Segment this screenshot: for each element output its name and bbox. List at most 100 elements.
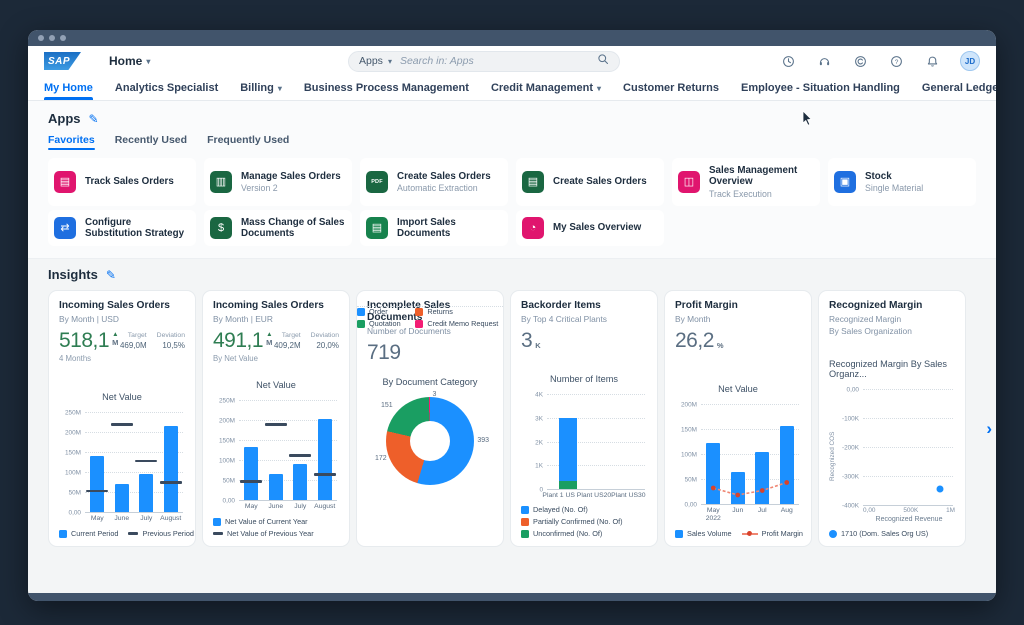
chart-legend: 1710 (Dom. Sales Org US): [829, 529, 955, 538]
x-tick-labels: 0,00 500K 1M: [863, 507, 955, 514]
avatar[interactable]: JD: [960, 51, 980, 71]
app-tile-manage-sales-orders[interactable]: ▥ Manage Sales Orders Version 2: [204, 158, 352, 206]
insight-card-incoming-sales-orders-2[interactable]: Incoming Sales Orders By Month | EUR 491,1…: [202, 290, 350, 548]
nav-tab-employee-situation-handling[interactable]: Employee - Situation Handling: [741, 76, 900, 100]
nav-tab-billing[interactable]: Billing ▾: [240, 76, 282, 100]
card-subtitle-2: By Sales Organization: [829, 325, 912, 336]
kpi-unit: %: [716, 340, 724, 350]
window-control-dot[interactable]: [49, 35, 55, 41]
x-axis-label: Plant 1 US Plant US20Plant US30: [542, 492, 646, 500]
gridline: 0,00: [685, 501, 799, 508]
kpi-value-number: 719: [367, 340, 401, 364]
legend-item-sales-volume: Sales Volume: [675, 529, 732, 538]
app-tile-sales-management-overview[interactable]: ◫ Sales Management Overview Track Executio…: [672, 158, 820, 206]
insight-card-profit-margin-5[interactable]: Profit Margin By Month 26,2% Net Value 200M 1…: [664, 290, 812, 548]
scatter-chart: Recognized Margin By Sales Organz... Reco…: [829, 353, 955, 523]
app-tile-mass-change-of-sales-documents[interactable]: $ Mass Change of Sales Documents: [204, 209, 352, 247]
nav-tab-analytics-specialist[interactable]: Analytics Specialist: [115, 76, 218, 100]
chart-bar: [268, 473, 283, 500]
insight-card-incomplete-sales-documents-3[interactable]: Incomplete Sales Documents Number of Docu…: [356, 290, 504, 548]
insights-next-button[interactable]: ›: [986, 419, 992, 439]
nav-tab-customer-returns[interactable]: Customer Returns: [623, 76, 719, 100]
app-tile-track-sales-orders[interactable]: ▤ Track Sales Orders: [48, 158, 196, 206]
slice-label-quotation: 151: [381, 401, 393, 409]
nav-tab-my-home[interactable]: My Home: [44, 76, 93, 100]
nav-tab-label: Employee - Situation Handling: [741, 82, 900, 94]
x-tick-label: July: [294, 502, 307, 510]
headset-icon[interactable]: [816, 53, 832, 69]
app-tile-title: Stock: [865, 170, 892, 182]
legend-label: 1710 (Dom. Sales Org US): [841, 529, 929, 539]
nav-tab-credit-management[interactable]: Credit Management ▾: [491, 76, 601, 100]
apps-section-title: Apps: [48, 111, 81, 126]
y-tick-label: 200M: [219, 417, 235, 425]
y-tick-label: -200K: [841, 444, 859, 452]
y-tick-label: 200M: [65, 429, 81, 437]
legend-swatch: [357, 307, 365, 316]
y-tick-label: 100M: [219, 457, 235, 465]
search-input[interactable]: Search in: Apps: [400, 55, 589, 67]
apps-tab-favorites[interactable]: Favorites: [48, 134, 95, 150]
donut-chart: By Document Category 393 172 151 3: [367, 367, 493, 485]
launchpad-content: Apps ✎ Favorites Recently Used Frequently …: [28, 101, 996, 592]
search-scope-select[interactable]: Apps ▾: [359, 55, 392, 67]
edit-insights-icon[interactable]: ✎: [106, 268, 116, 282]
search-bar[interactable]: Apps ▾ Search in: Apps: [348, 50, 620, 72]
window-control-dot[interactable]: [38, 35, 44, 41]
legend-swatch: [213, 517, 221, 526]
chart-legend: Delayed (No. Of) Partially Confirmed (No.…: [521, 505, 647, 538]
nav-tab-label: Billing: [240, 82, 274, 94]
window-control-dot[interactable]: [60, 35, 66, 41]
gridline: 0,00: [223, 497, 337, 504]
legend-swatch: [829, 529, 837, 538]
nav-tab-business-process-management[interactable]: Business Process Management: [304, 76, 469, 100]
app-tile-import-sales-documents[interactable]: ▤ Import Sales Documents: [360, 209, 508, 247]
kpi-label: Target: [127, 331, 147, 339]
chart-title: Net Value: [256, 379, 296, 390]
app-tile-icon: ▥: [210, 170, 232, 193]
y-tick-label: 0,00: [684, 501, 697, 509]
previous-period-marker: [264, 423, 287, 426]
bell-icon[interactable]: [924, 53, 940, 69]
search-icon[interactable]: [597, 52, 609, 70]
app-tile-create-sales-orders[interactable]: ▤ Create Sales Orders: [516, 158, 664, 206]
apps-tab-recently-used[interactable]: Recently Used: [115, 134, 187, 150]
nav-tab-label: My Home: [44, 82, 93, 94]
chart-title: Number of Items: [550, 374, 618, 385]
space-nav-bar: My Home Analytics Specialist Billing ▾ Busin…: [28, 76, 996, 101]
app-tile-stock[interactable]: ▣ Stock Single Material: [828, 158, 976, 206]
insight-card-recognized-margin-6[interactable]: Recognized Margin Recognized Margin By Sal…: [818, 290, 966, 548]
copilot-icon[interactable]: [852, 53, 868, 69]
sap-logo[interactable]: SAP: [44, 52, 81, 70]
stack-plot: 4K 3K 2K 1K 0: [535, 392, 645, 494]
home-menu-button[interactable]: Home ▾: [109, 54, 150, 68]
apps-tab-frequently-used[interactable]: Frequently Used: [207, 134, 289, 150]
app-tile-icon: PDF: [366, 170, 388, 193]
edit-apps-icon[interactable]: ✎: [89, 112, 99, 126]
app-tile-icon: ◫: [678, 170, 700, 193]
x-tick-label: May 2022: [705, 506, 721, 522]
app-tile-icon: ▤: [522, 170, 544, 193]
nav-tab-general-ledger[interactable]: General Ledger▾: [922, 76, 996, 100]
bar-plot: 200M 150M 100M 50M 0,00: [681, 401, 799, 508]
insight-card-backorder-items-4[interactable]: Backorder Items By Top 4 Critical Plants 3…: [510, 290, 658, 548]
kpi-unit: M: [112, 337, 119, 347]
legend-item-returns: Returns: [415, 307, 503, 316]
x-tick-label: 0,00: [863, 507, 876, 515]
app-tile-configure-substitution-strategy[interactable]: ⇄ Configure Substitution Strategy: [48, 209, 196, 247]
app-tile-create-sales-orders[interactable]: PDF Create Sales Orders Automatic Extracti…: [360, 158, 508, 206]
history-icon[interactable]: [780, 53, 796, 69]
y-tick-label: 250M: [219, 397, 235, 405]
app-tile-my-sales-overview[interactable]: ◔ My Sales Overview: [516, 209, 664, 247]
previous-period-marker: [86, 489, 109, 493]
insight-card-incoming-sales-orders-1[interactable]: Incoming Sales Orders By Month | USD 518,1…: [48, 290, 196, 548]
y-tick-label: 250M: [65, 409, 81, 417]
app-tile-title: Configure Substitution Strategy: [85, 216, 185, 239]
help-icon[interactable]: ?: [888, 53, 904, 69]
app-tile-icon: ▤: [366, 216, 388, 239]
previous-period-marker: [313, 473, 336, 476]
shell-header: SAP Home ▾ Apps ▾ Search in: Apps ? JD: [28, 46, 996, 76]
gridline: -200K: [842, 445, 953, 452]
x-axis-labels: May 2022 Jun Jul Aug: [701, 507, 799, 523]
x-tick-label: Jun: [732, 506, 744, 514]
